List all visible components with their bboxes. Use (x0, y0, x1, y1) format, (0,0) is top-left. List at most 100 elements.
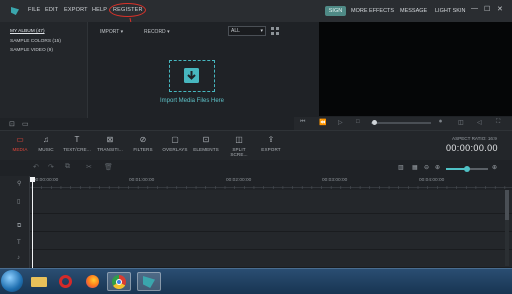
library-item-my-album[interactable]: MY ALBUM (47) (10, 29, 45, 34)
zoom-slider-knob[interactable] (464, 165, 470, 172)
import-drop-zone[interactable] (169, 60, 215, 92)
pip-track-icon: ⧉ (17, 223, 22, 229)
ruler-label: 00:01:00:00 (129, 178, 155, 183)
zoom-fit-icon[interactable]: ⊕ (492, 164, 497, 171)
tool-export-label: EXPORT (261, 147, 281, 152)
playback-progress[interactable] (371, 122, 431, 124)
tool-music[interactable]: ♫ MUSIC (31, 135, 61, 152)
zoom-slider-fill (446, 168, 466, 170)
export-icon: ⇪ (267, 135, 275, 144)
video-track[interactable] (30, 190, 512, 214)
play-icon[interactable]: ▷ (338, 119, 343, 126)
add-folder-icon[interactable]: ⊡ (9, 120, 15, 128)
tool-transitions[interactable]: ⊠ TRANSITI... (95, 135, 125, 152)
ruler-ticks (31, 186, 506, 189)
text-icon: T (74, 135, 80, 144)
music-track-icon: ♪ (17, 255, 20, 261)
tool-elements[interactable]: ⊡ ELEMENTS (191, 135, 221, 152)
menu-file[interactable]: FILE (28, 7, 40, 13)
tool-export[interactable]: ⇪ EXPORT (256, 135, 286, 152)
split-screen-icon: ◫ (235, 135, 243, 144)
link-icon[interactable]: ⚲ (17, 180, 21, 187)
music-track[interactable] (30, 250, 512, 268)
taskbar-filmora-icon[interactable] (137, 272, 161, 291)
taskbar-opera-icon[interactable] (54, 272, 78, 291)
maximize-icon[interactable]: ☐ (484, 5, 490, 13)
volume-icon[interactable]: ◁ (477, 119, 482, 126)
library-panel (0, 22, 88, 118)
import-media-label: Import Media Files Here (159, 98, 225, 104)
music-icon: ♫ (43, 135, 49, 144)
stop-icon[interactable]: □ (356, 119, 360, 125)
ruler-label: 00:00:00:00 (33, 178, 59, 183)
record-dropdown-label: RECORD (144, 29, 166, 35)
rewind-icon[interactable]: ⏪ (319, 119, 326, 126)
speed-icon[interactable]: ▦ (412, 164, 418, 171)
menu-export[interactable]: EXPORT (64, 7, 88, 13)
close-icon[interactable]: ✕ (497, 5, 503, 13)
video-preview (319, 22, 512, 116)
message-button[interactable]: MESSAGE (400, 6, 427, 16)
download-arrow-icon (184, 68, 199, 83)
microphone-icon[interactable]: ⏺ (439, 119, 442, 126)
filter-select[interactable]: ALL ▾ (228, 26, 266, 36)
timeline-scroll-thumb[interactable] (505, 190, 509, 220)
tool-text[interactable]: T TEXT/CRE... (62, 135, 92, 152)
taskbar-firefox-icon[interactable] (81, 272, 105, 291)
chevron-down-icon: ▾ (120, 29, 124, 35)
snapshot-icon[interactable]: ◫ (458, 119, 464, 126)
tool-transitions-label: TRANSITI... (97, 147, 123, 152)
taskbar-explorer-icon[interactable] (27, 272, 51, 291)
delete-icon[interactable]: 🗑 (104, 163, 113, 171)
tool-overlays[interactable]: ▢ OVERLAYS (160, 135, 190, 152)
library-item-sample-video[interactable]: SAMPLE VIDEO (9) (10, 48, 53, 53)
library-footer (0, 118, 294, 130)
audio-wave-icon[interactable]: ▥ (398, 164, 404, 171)
chevron-down-icon: ▾ (167, 29, 170, 35)
start-button-icon[interactable] (1, 270, 23, 292)
grid-view-icon[interactable] (270, 26, 280, 36)
light-skin-button[interactable]: LIGHT SKIN (435, 6, 465, 16)
tool-filters[interactable]: ⊘ FILTERS (128, 135, 158, 152)
import-dropdown[interactable]: IMPORT ▾ (100, 29, 123, 35)
chevron-down-icon: ▾ (260, 28, 263, 34)
record-dropdown[interactable]: RECORD ▾ (144, 29, 170, 35)
pip-track[interactable] (30, 214, 512, 232)
playhead-handle[interactable] (30, 177, 35, 182)
annotation-circle (109, 3, 146, 17)
taskbar-chrome-icon[interactable] (107, 272, 131, 291)
redo-icon[interactable]: ↷ (48, 163, 54, 171)
playback-knob[interactable] (372, 120, 377, 125)
minimize-icon[interactable]: — (471, 5, 478, 12)
fullscreen-icon[interactable]: ⛶ (496, 119, 500, 126)
menu-edit[interactable]: EDIT (45, 7, 58, 13)
more-effects-button[interactable]: MORE EFFECTS (351, 6, 394, 16)
sign-button[interactable]: SIGN (325, 6, 346, 16)
filter-icon: ⊘ (139, 135, 147, 144)
cut-icon[interactable]: ✂ (86, 163, 92, 171)
text-track[interactable] (30, 232, 512, 250)
timecode-display: 00:00:00.00 (446, 143, 498, 153)
undo-icon[interactable]: ↶ (33, 163, 39, 171)
tool-overlays-label: OVERLAYS (162, 147, 188, 152)
playhead[interactable] (32, 177, 33, 268)
delete-folder-icon[interactable]: ▭ (22, 120, 29, 128)
tool-text-label: TEXT/CRE... (63, 147, 91, 152)
ruler-label: 00:03:00:00 (322, 178, 348, 183)
step-back-icon[interactable]: ⏮ (300, 119, 305, 126)
image-icon: ⊡ (202, 135, 210, 144)
tool-split-screen[interactable]: ◫ SPLIT SCRE... (224, 135, 254, 157)
copy-icon[interactable]: ⧉ (65, 163, 70, 171)
tool-elements-label: ELEMENTS (193, 147, 219, 152)
video-track-icon: ▯ (17, 199, 21, 205)
menu-help[interactable]: HELP (92, 7, 107, 13)
import-dropdown-label: IMPORT (100, 29, 120, 35)
aspect-ratio-label: ASPECT RATIO: 16:9 (452, 136, 497, 141)
transition-icon: ⊠ (106, 135, 114, 144)
library-item-sample-colors[interactable]: SAMPLE COLORS (15) (10, 39, 61, 44)
zoom-out-icon[interactable]: ⊖ (424, 164, 429, 171)
ruler-label: 00:02:00:00 (226, 178, 252, 183)
filter-select-value: ALL (231, 28, 240, 34)
ruler-label: 00:04:00:00 (419, 178, 445, 183)
zoom-in-icon[interactable]: ⊕ (435, 164, 440, 171)
